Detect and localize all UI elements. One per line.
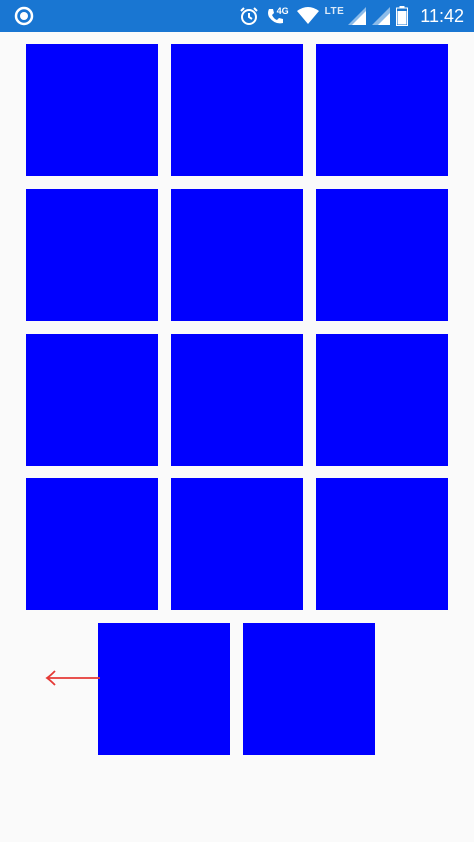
grid-tile[interactable] [316, 334, 448, 466]
signal-icon [348, 7, 367, 25]
grid-tile[interactable] [26, 478, 158, 610]
wifi-icon [296, 7, 319, 24]
grid-tile[interactable] [98, 623, 230, 755]
grid-tile[interactable] [316, 478, 448, 610]
grid-tile[interactable] [316, 44, 448, 176]
grid-tile[interactable] [171, 189, 303, 321]
status-bar: 4G LTE 11:42 [0, 0, 474, 32]
call-4g-icon: 4G [265, 5, 291, 27]
arrow-left-icon [45, 670, 100, 686]
alarm-icon [239, 7, 258, 25]
grid-tile[interactable] [26, 189, 158, 321]
lte-label: LTE [324, 5, 345, 17]
status-icons: 4G LTE 11:42 [239, 0, 464, 32]
battery-icon [396, 6, 409, 26]
grid-tile[interactable] [26, 334, 158, 466]
network-type-label: 4G [276, 6, 289, 16]
grid-tile[interactable] [26, 44, 158, 176]
circle-app-icon [14, 6, 34, 26]
grid-tile[interactable] [171, 478, 303, 610]
grid-tile[interactable] [171, 44, 303, 176]
grid-tile[interactable] [243, 623, 375, 755]
grid-tile[interactable] [316, 189, 448, 321]
grid-tile[interactable] [171, 334, 303, 466]
clock: 11:42 [420, 5, 464, 26]
signal-icon [372, 7, 391, 25]
